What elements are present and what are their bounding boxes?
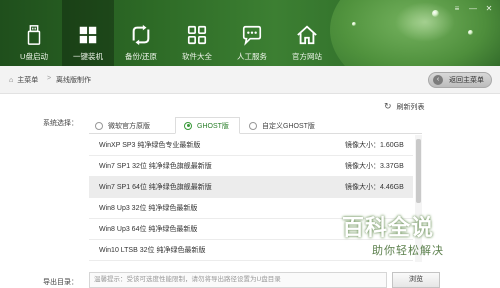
export-dir-input[interactable]: 温馨提示：受该可选度性能限制，请勿将导出路径设置为U盘目录 [89, 272, 387, 288]
usb-drive-icon [27, 25, 41, 45]
image-size: 镜像大小：3.37GB [345, 161, 404, 171]
chat-support-icon [242, 25, 262, 46]
size-value: 4.46GB [380, 184, 404, 191]
export-dir-label: 导出目录： [43, 279, 78, 286]
breadcrumb-home[interactable]: ⌂ 主菜单 [9, 75, 38, 85]
close-icon[interactable]: ✕ [484, 4, 494, 13]
scrollbar-thumb[interactable] [416, 139, 421, 203]
image-name: Win7 SP1 32位 纯净绿色旗舰最新版 [99, 163, 212, 170]
nav-label: 备份/还原 [124, 52, 158, 61]
header-leaf-highlight [395, 2, 455, 42]
watermark-title: 百科全说 [342, 215, 435, 240]
radio-icon [184, 121, 192, 130]
windows-icon [79, 26, 97, 44]
list-item[interactable]: WinXP SP3 纯净绿色专业最新版 镜像大小：1.60GB [89, 135, 413, 156]
image-size: 镜像大小：1.60GB [345, 140, 404, 150]
system-select-label: 系统选择： [43, 120, 78, 127]
nav-backup-restore[interactable]: 备份/还原 [117, 0, 165, 66]
nav-label: 官方网站 [292, 52, 322, 61]
image-name: Win8 Up3 32位 纯净绿色最新版 [99, 205, 198, 212]
back-arrow-icon: ‹ [433, 75, 443, 85]
home-icon [297, 25, 317, 45]
minimize-icon[interactable]: — [468, 4, 478, 13]
nav-label: 人工服务 [237, 52, 267, 61]
breadcrumb-current: 离线版制作 [56, 75, 91, 85]
nav-one-click-install[interactable]: 一键装机 [62, 0, 114, 66]
water-drop-decoration [432, 10, 439, 17]
breadcrumb-current-label: 离线版制作 [56, 77, 91, 84]
top-header: U盘启动 一键装机 备份/还原 软件大全 人工服务 官方网站 ≡ — ✕ [0, 0, 500, 66]
nav-label: 软件大全 [182, 52, 212, 61]
water-drop-decoration [468, 30, 473, 35]
tab-label: 自定义GHOST版 [262, 122, 315, 130]
system-tabs: 微软官方原版 GHOST版 自定义GHOST版 [89, 117, 422, 134]
water-drop-decoration [352, 22, 356, 26]
refresh-label: 刷新列表 [396, 103, 425, 111]
watermark-subtitle: 助你轻松解决 [372, 245, 444, 257]
tab-label: 微软官方原版 [108, 122, 150, 130]
radio-icon [95, 121, 103, 130]
size-value: 1.60GB [380, 142, 404, 149]
tab-label: GHOST版 [197, 122, 229, 130]
image-name: Win7 SP1 64位 纯净绿色旗舰最新版 [99, 184, 212, 191]
size-label: 镜像大小： [345, 142, 380, 149]
back-to-main-button[interactable]: ‹ 返回主菜单 [428, 72, 492, 88]
refresh-icon: ↻ [384, 101, 392, 111]
browse-button[interactable]: 浏览 [392, 272, 440, 288]
image-name: Win8 Up3 64位 纯净绿色最新版 [99, 226, 198, 233]
nav-software[interactable]: 软件大全 [175, 0, 219, 66]
nav-usb-boot[interactable]: U盘启动 [14, 0, 54, 66]
image-name: Win10 LTSB 32位 纯净绿色最新版 [99, 247, 206, 254]
nav-label: 一键装机 [73, 52, 103, 61]
size-value: 3.37GB [380, 163, 404, 170]
breadcrumb-home-label: 主菜单 [17, 77, 39, 84]
size-label: 镜像大小： [345, 184, 380, 191]
menu-icon[interactable]: ≡ [452, 4, 462, 13]
nav-official-site[interactable]: 官方网站 [284, 0, 330, 66]
nav-label: U盘启动 [20, 52, 48, 61]
tab-custom-ghost[interactable]: 自定义GHOST版 [249, 117, 315, 134]
image-name: WinXP SP3 纯净绿色专业最新版 [99, 142, 201, 149]
size-label: 镜像大小： [345, 163, 380, 170]
radio-icon [249, 121, 257, 130]
apps-grid-icon [187, 25, 207, 45]
back-button-label: 返回主菜单 [449, 77, 484, 84]
list-item-selected[interactable]: Win7 SP1 64位 纯净绿色旗舰最新版 镜像大小：4.46GB [89, 177, 413, 198]
tab-official[interactable]: 微软官方原版 [95, 117, 150, 134]
backup-restore-icon [132, 24, 150, 46]
window-controls: ≡ — ✕ [452, 4, 494, 13]
tab-ghost[interactable]: GHOST版 [175, 117, 240, 134]
breadcrumb-separator: > [47, 75, 52, 82]
nav-support[interactable]: 人工服务 [230, 0, 274, 66]
home-icon: ⌂ [9, 76, 14, 84]
refresh-list-button[interactable]: ↻ 刷新列表 [384, 101, 425, 112]
image-size: 镜像大小：4.46GB [345, 182, 404, 192]
list-item[interactable]: Win7 SP1 32位 纯净绿色旗舰最新版 镜像大小：3.37GB [89, 156, 413, 177]
watermark-logo: 百科全说 助你轻松解决 [342, 210, 492, 265]
